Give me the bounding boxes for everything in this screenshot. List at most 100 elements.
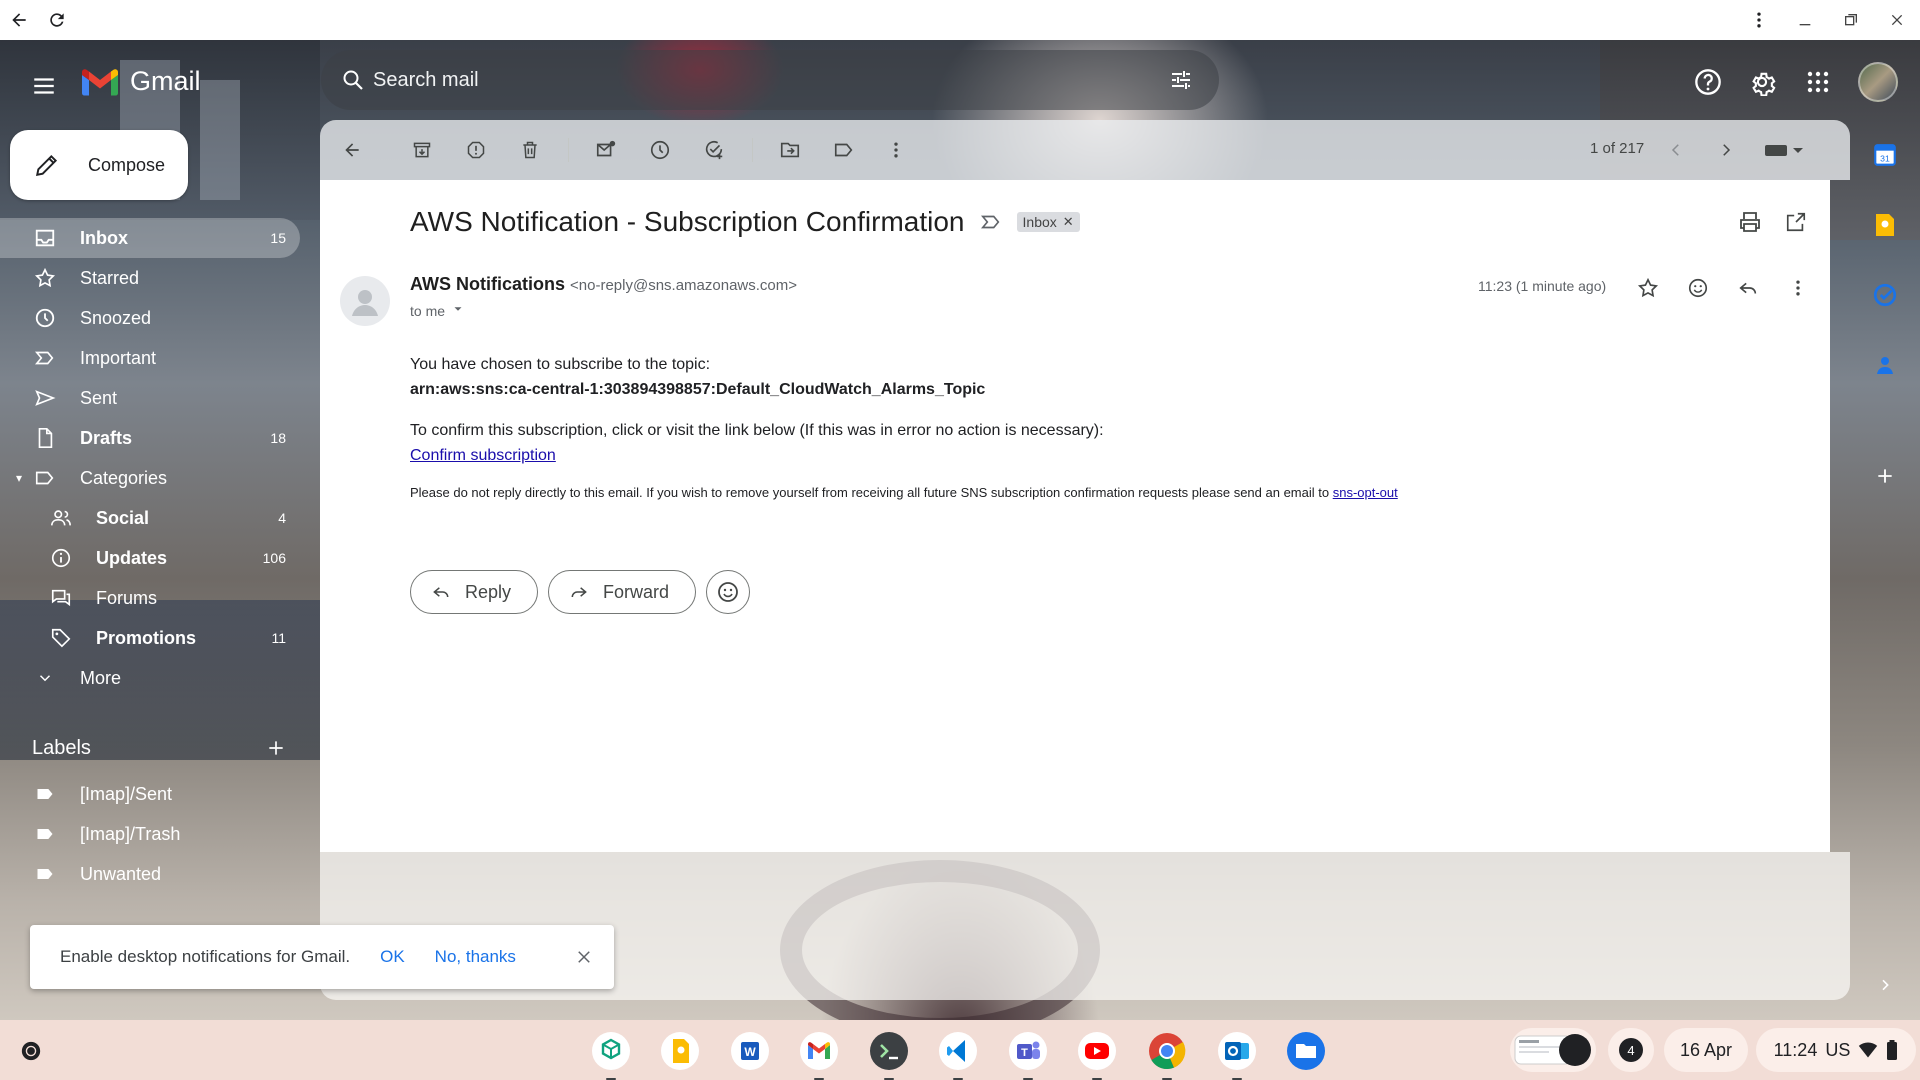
battery-icon: [1887, 1040, 1898, 1060]
more-vert-icon[interactable]: [1736, 0, 1782, 40]
show-side-panel-chevron-icon[interactable]: [1868, 968, 1902, 1002]
search-options-icon[interactable]: [1165, 64, 1197, 96]
sender-name[interactable]: AWS Notifications: [410, 274, 565, 294]
holding-space-tray[interactable]: [1510, 1028, 1596, 1072]
apps-grid-icon[interactable]: [1798, 62, 1838, 102]
star-icon[interactable]: [1632, 272, 1664, 304]
sidebar-item-social[interactable]: Social 4: [0, 498, 300, 538]
send-icon: [32, 385, 58, 411]
sender-avatar[interactable]: [340, 276, 390, 326]
snooze-clock-icon[interactable]: [642, 132, 678, 168]
recipient-details[interactable]: to me: [410, 302, 465, 319]
toolbar-divider: [568, 138, 569, 162]
keep-dock-icon[interactable]: [657, 1028, 703, 1074]
sidebar-item-starred[interactable]: Starred: [0, 258, 300, 298]
search-icon[interactable]: [337, 64, 369, 96]
gmail-m-icon: [82, 68, 118, 95]
input-tools-keyboard-icon[interactable]: [1758, 132, 1814, 168]
reply-arrow-icon: [433, 587, 449, 598]
label-as-icon[interactable]: [826, 132, 862, 168]
label-item-unwanted[interactable]: Unwanted: [0, 854, 300, 894]
tasks-app-icon[interactable]: [1868, 278, 1902, 312]
contacts-app-icon[interactable]: [1868, 348, 1902, 382]
newer-chevron-left-icon[interactable]: [1658, 132, 1694, 168]
chatgpt-app-icon[interactable]: [588, 1028, 634, 1080]
close-window-icon[interactable]: [1874, 0, 1920, 40]
footer-text: Please do not reply directly to this ema…: [410, 485, 1333, 500]
main-menu-icon[interactable]: [26, 68, 62, 104]
sidebar-item-promotions[interactable]: Promotions 11: [0, 618, 300, 658]
older-chevron-right-icon[interactable]: [1708, 132, 1744, 168]
label-item-imap-sent[interactable]: [Imap]/Sent: [0, 774, 300, 814]
terminal-app-icon[interactable]: [866, 1028, 912, 1080]
notification-badge[interactable]: 4: [1608, 1028, 1654, 1072]
no-thanks-button[interactable]: No, thanks: [435, 947, 516, 967]
create-label-plus-icon[interactable]: [260, 732, 292, 764]
message-more-icon[interactable]: [1782, 272, 1814, 304]
close-icon[interactable]: [572, 945, 596, 969]
desktop-notification-prompt: Enable desktop notifications for Gmail. …: [30, 925, 614, 989]
status-area[interactable]: 11:24 US: [1756, 1028, 1916, 1072]
delete-trash-icon[interactable]: [512, 132, 548, 168]
sidebar-item-categories[interactable]: ▾ Categories: [0, 458, 300, 498]
sidebar-item-drafts[interactable]: Drafts 18: [0, 418, 300, 458]
sidebar-item-snoozed[interactable]: Snoozed: [0, 298, 300, 338]
reload-icon[interactable]: [38, 0, 76, 40]
keep-app-icon[interactable]: [1868, 208, 1902, 242]
label-item-imap-trash[interactable]: [Imap]/Trash: [0, 814, 300, 854]
reply-button[interactable]: Reply: [410, 570, 539, 614]
restore-icon[interactable]: [1828, 0, 1874, 40]
calendar-app-icon[interactable]: 31: [1868, 138, 1902, 172]
sidebar-item-updates[interactable]: Updates 106: [0, 538, 300, 578]
sidebar-item-inbox[interactable]: Inbox 15: [0, 218, 300, 258]
gmail-logo[interactable]: Gmail: [80, 66, 201, 97]
date-tray[interactable]: 16 Apr: [1664, 1028, 1748, 1072]
youtube-app-icon[interactable]: [1074, 1028, 1120, 1080]
move-to-folder-icon[interactable]: [772, 132, 808, 168]
back-to-inbox-arrow-icon[interactable]: [334, 132, 370, 168]
enable-ok-button[interactable]: OK: [380, 947, 405, 967]
word-app-icon[interactable]: W: [727, 1028, 773, 1074]
account-avatar[interactable]: [1858, 62, 1898, 102]
sidebar-item-more[interactable]: More: [0, 658, 300, 698]
remove-label-close-icon[interactable]: ✕: [1063, 214, 1074, 230]
reply-icon[interactable]: [1732, 272, 1764, 304]
help-icon[interactable]: [1688, 62, 1728, 102]
os-shelf: W T 4 16 Apr 11:24 US: [0, 1020, 1920, 1080]
notification-text: Enable desktop notifications for Gmail.: [60, 947, 351, 966]
print-icon[interactable]: [1734, 206, 1766, 238]
expand-caret-icon[interactable]: ▾: [16, 471, 22, 485]
emoji-reaction-icon[interactable]: [1682, 272, 1714, 304]
outlook-app-icon[interactable]: [1214, 1028, 1260, 1080]
gmail-dock-icon[interactable]: [796, 1028, 842, 1080]
launcher-icon[interactable]: [14, 1034, 48, 1068]
report-spam-icon[interactable]: [458, 132, 494, 168]
settings-gear-icon[interactable]: [1742, 62, 1782, 102]
more-actions-icon[interactable]: [878, 132, 914, 168]
importance-marker-icon[interactable]: [979, 210, 1003, 234]
details-dropdown-icon[interactable]: [451, 302, 465, 319]
search-input[interactable]: [373, 64, 1133, 96]
minimize-icon[interactable]: [1782, 0, 1828, 40]
sidebar-item-label: Important: [80, 347, 157, 368]
forward-button[interactable]: Forward: [548, 570, 697, 614]
compose-button[interactable]: Compose: [10, 130, 188, 200]
body-line: You have chosen to subscribe to the topi…: [410, 356, 711, 373]
files-app-icon[interactable]: [1283, 1028, 1329, 1074]
get-addons-plus-icon[interactable]: [1868, 459, 1902, 493]
vscode-app-icon[interactable]: [935, 1028, 981, 1080]
sidebar-item-important[interactable]: Important: [0, 338, 300, 378]
sidebar-item-forums[interactable]: Forums: [0, 578, 300, 618]
add-to-tasks-icon[interactable]: [696, 132, 732, 168]
people-icon: [48, 505, 74, 531]
sidebar-item-sent[interactable]: Sent: [0, 378, 300, 418]
teams-app-icon[interactable]: T: [1005, 1028, 1051, 1080]
archive-icon[interactable]: [404, 132, 440, 168]
back-arrow-icon[interactable]: [0, 0, 38, 40]
sns-opt-out-link[interactable]: sns-opt-out: [1333, 485, 1398, 500]
emoji-react-button[interactable]: [706, 570, 751, 614]
open-new-window-icon[interactable]: [1780, 206, 1812, 238]
mark-unread-icon[interactable]: [588, 132, 624, 168]
chrome-app-icon[interactable]: [1144, 1028, 1190, 1080]
confirm-subscription-link[interactable]: Confirm subscription: [410, 447, 556, 464]
